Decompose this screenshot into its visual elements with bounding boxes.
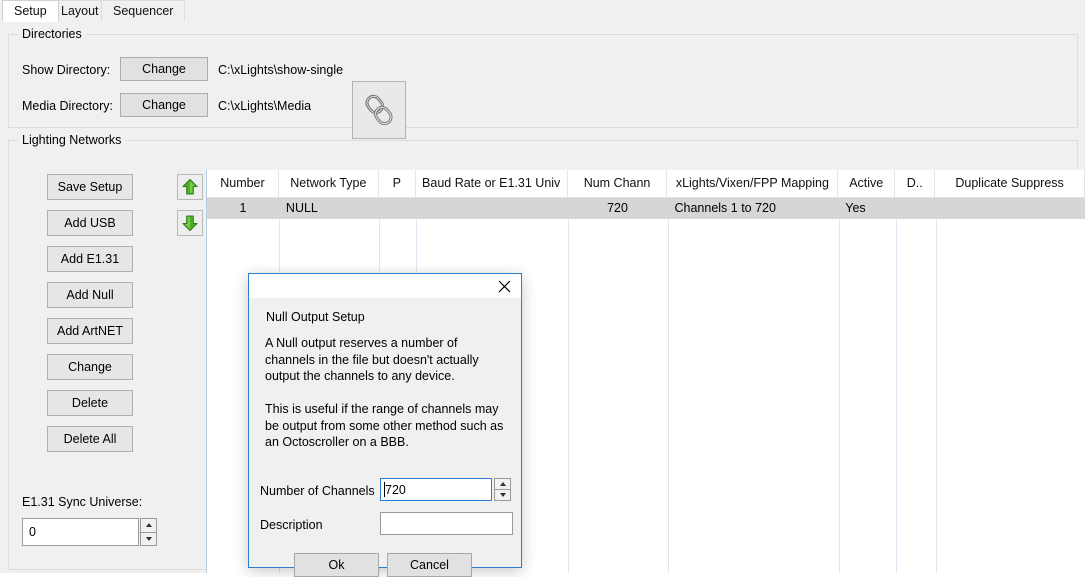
media-directory-change-button[interactable]: Change bbox=[120, 93, 208, 117]
cell-number: 1 bbox=[239, 201, 247, 215]
column-header-d[interactable]: D.. bbox=[895, 170, 936, 197]
cell-p bbox=[379, 198, 416, 219]
sync-universe-stepper[interactable] bbox=[140, 518, 157, 546]
number-of-channels-stepper-up[interactable] bbox=[494, 478, 511, 490]
cell-network-type: NULL bbox=[285, 201, 318, 215]
column-header-network-type[interactable]: Network Type bbox=[279, 170, 379, 197]
show-directory-path: C:\xLights\show-single bbox=[218, 63, 344, 77]
add-null-button[interactable]: Add Null bbox=[47, 282, 133, 308]
tab-strip: Setup Layout Sequencer bbox=[0, 0, 1085, 23]
add-null-label: Add Null bbox=[66, 288, 114, 302]
show-directory-label: Show Directory: bbox=[22, 63, 111, 77]
delete-all-networks-button[interactable]: Delete All bbox=[47, 426, 133, 452]
directories-group-title: Directories bbox=[18, 27, 86, 41]
arrow-up-icon bbox=[182, 179, 198, 195]
tab-sequencer-label: Sequencer bbox=[113, 4, 174, 18]
media-directory-label: Media Directory: bbox=[22, 99, 113, 113]
description-input[interactable] bbox=[380, 512, 513, 535]
tab-sequencer[interactable]: Sequencer bbox=[101, 0, 186, 21]
dialog-heading: Null Output Setup bbox=[266, 310, 365, 324]
cell-duplicate-suppress bbox=[935, 198, 1085, 219]
cell-d bbox=[895, 198, 935, 219]
table-row[interactable]: 1 NULL 720 Channels 1 to 720 Yes bbox=[207, 198, 1085, 219]
save-setup-button[interactable]: Save Setup bbox=[47, 174, 133, 200]
add-e131-button[interactable]: Add E1.31 bbox=[47, 246, 133, 272]
delete-all-networks-label: Delete All bbox=[63, 432, 117, 446]
column-header-p[interactable]: P bbox=[379, 170, 416, 197]
tab-setup[interactable]: Setup bbox=[2, 0, 59, 22]
close-icon bbox=[498, 280, 510, 292]
column-header-baud-rate[interactable]: Baud Rate or E1.31 Univ bbox=[416, 170, 568, 197]
delete-network-label: Delete bbox=[71, 396, 109, 410]
text-caret bbox=[384, 482, 385, 497]
column-header-number[interactable]: Number bbox=[207, 170, 279, 197]
chevron-up-icon bbox=[499, 482, 506, 486]
column-header-active[interactable]: Active bbox=[838, 170, 896, 197]
dialog-close-button[interactable] bbox=[487, 274, 521, 298]
save-setup-label: Save Setup bbox=[57, 180, 123, 194]
number-of-channels-stepper-down[interactable] bbox=[494, 490, 511, 501]
chevron-down-icon bbox=[499, 493, 506, 497]
column-header-duplicate-suppress[interactable]: Duplicate Suppress bbox=[935, 170, 1085, 197]
dialog-paragraph-2: This is useful if the range of channels … bbox=[265, 402, 504, 449]
delete-network-button[interactable]: Delete bbox=[47, 390, 133, 416]
tab-layout-label: Layout bbox=[61, 4, 99, 18]
sync-universe-input[interactable] bbox=[22, 518, 139, 546]
change-network-button[interactable]: Change bbox=[47, 354, 133, 380]
sync-universe-stepper-up[interactable] bbox=[140, 518, 157, 533]
add-e131-label: Add E1.31 bbox=[60, 252, 120, 266]
tab-setup-label: Setup bbox=[14, 4, 47, 18]
cell-baud-rate bbox=[416, 198, 568, 219]
cell-num-chann: 720 bbox=[607, 201, 628, 215]
move-network-up-button[interactable] bbox=[177, 174, 203, 200]
add-artnet-label: Add ArtNET bbox=[57, 324, 123, 338]
chevron-down-icon bbox=[145, 536, 152, 541]
link-directories-button[interactable] bbox=[352, 81, 406, 139]
dialog-cancel-button[interactable]: Cancel bbox=[387, 553, 472, 577]
null-output-setup-dialog: Null Output Setup A Null output reserves… bbox=[248, 273, 522, 577]
move-network-down-button[interactable] bbox=[177, 210, 203, 236]
sync-universe-label: E1.31 Sync Universe: bbox=[22, 495, 143, 509]
add-artnet-button[interactable]: Add ArtNET bbox=[47, 318, 133, 344]
column-header-mapping[interactable]: xLights/Vixen/FPP Mapping bbox=[667, 170, 839, 197]
setup-page: Directories Show Directory: Change C:\xL… bbox=[0, 22, 1085, 577]
add-usb-button[interactable]: Add USB bbox=[47, 210, 133, 236]
dialog-ok-label: Ok bbox=[328, 558, 345, 572]
sync-universe-stepper-down[interactable] bbox=[140, 532, 157, 546]
media-directory-path: C:\xLights\Media bbox=[218, 99, 312, 113]
chain-link-icon bbox=[365, 94, 393, 126]
table-header-row: Number Network Type P Baud Rate or E1.31… bbox=[207, 170, 1085, 198]
lighting-networks-group-title: Lighting Networks bbox=[18, 133, 126, 147]
number-of-channels-stepper[interactable] bbox=[494, 478, 511, 501]
dialog-ok-button[interactable]: Ok bbox=[294, 553, 379, 577]
cell-mapping: Channels 1 to 720 bbox=[674, 201, 776, 215]
dialog-titlebar bbox=[249, 274, 521, 298]
dialog-body: Null Output Setup A Null output reserves… bbox=[249, 298, 521, 577]
arrow-down-icon bbox=[182, 215, 198, 231]
change-network-label: Change bbox=[68, 360, 112, 374]
chevron-up-icon bbox=[145, 523, 152, 528]
number-of-channels-input[interactable] bbox=[380, 478, 492, 501]
description-label: Description bbox=[260, 518, 323, 532]
number-of-channels-label: Number of Channels bbox=[260, 484, 375, 498]
show-directory-change-button[interactable]: Change bbox=[120, 57, 208, 81]
cell-active: Yes bbox=[845, 201, 866, 215]
add-usb-label: Add USB bbox=[64, 216, 116, 230]
column-header-num-chann[interactable]: Num Chann bbox=[568, 170, 668, 197]
dialog-paragraph-1: A Null output reserves a number of chann… bbox=[265, 336, 479, 383]
show-directory-change-label: Change bbox=[142, 61, 186, 76]
dialog-cancel-label: Cancel bbox=[410, 558, 449, 572]
media-directory-change-label: Change bbox=[142, 97, 186, 112]
